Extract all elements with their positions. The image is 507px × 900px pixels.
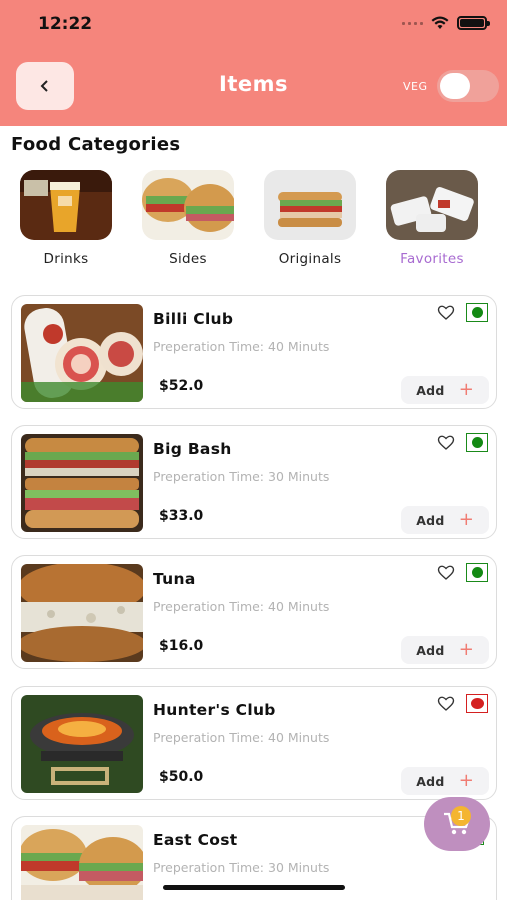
prep-time: Preperation Time: 40 Minuts	[153, 599, 330, 614]
item-name: East Cost	[153, 831, 238, 849]
add-label: Add	[416, 773, 445, 789]
item-price: $50.0	[159, 769, 204, 785]
prep-time: Preperation Time: 30 Minuts	[153, 469, 330, 484]
plus-icon: +	[458, 770, 474, 791]
signal-icon	[402, 21, 423, 25]
heart-icon[interactable]	[437, 695, 455, 713]
status-icons	[402, 16, 490, 30]
prep-time: Preperation Time: 40 Minuts	[153, 339, 330, 354]
item-image	[21, 434, 143, 532]
wifi-icon	[431, 16, 449, 29]
prep-time: Preperation Time: 30 Minuts	[153, 860, 330, 875]
item-card[interactable]: Billi Club Preperation Time: 40 Minuts $…	[11, 295, 497, 409]
nonveg-indicator	[466, 694, 488, 713]
item-name: Big Bash	[153, 440, 232, 458]
toggle-knob	[440, 73, 470, 99]
plus-icon: +	[458, 639, 474, 660]
add-button[interactable]: Add +	[401, 506, 489, 534]
app-header: 12:22 Items VEG	[0, 0, 507, 126]
section-title: Food Categories	[11, 134, 181, 155]
veg-indicator	[466, 433, 488, 452]
heart-icon[interactable]	[437, 434, 455, 452]
home-indicator	[163, 885, 345, 890]
veg-toggle[interactable]	[437, 70, 499, 102]
category-drinks[interactable]: Drinks	[20, 170, 112, 267]
item-name: Hunter's Club	[153, 701, 276, 719]
item-card[interactable]: Hunter's Club Preperation Time: 40 Minut…	[11, 686, 497, 800]
category-label: Originals	[278, 251, 342, 267]
favorites-image	[386, 170, 478, 240]
item-name: Billi Club	[153, 310, 234, 328]
item-image	[21, 825, 143, 900]
category-label: Favorites	[400, 251, 464, 267]
item-image	[21, 695, 143, 793]
item-image	[21, 564, 143, 662]
item-name: Tuna	[153, 570, 196, 588]
category-label: Drinks	[43, 251, 89, 267]
prep-time: Preperation Time: 40 Minuts	[153, 730, 330, 745]
drinks-image	[20, 170, 112, 240]
category-sides[interactable]: Sides	[142, 170, 234, 267]
plus-icon: +	[458, 379, 474, 400]
status-time: 12:22	[38, 14, 93, 34]
item-price: $33.0	[159, 508, 204, 524]
veg-indicator	[466, 303, 488, 322]
veg-label: VEG	[403, 80, 428, 93]
page-title: Items	[219, 72, 288, 96]
category-favorites[interactable]: Favorites	[386, 170, 478, 267]
originals-image	[264, 170, 356, 240]
category-label: Sides	[169, 251, 207, 267]
item-image	[21, 304, 143, 402]
item-price: $16.0	[159, 638, 204, 654]
veg-indicator	[466, 563, 488, 582]
battery-icon	[457, 16, 490, 30]
add-button[interactable]: Add +	[401, 636, 489, 664]
add-label: Add	[416, 512, 445, 528]
item-card[interactable]: Tuna Preperation Time: 40 Minuts $16.0 A…	[11, 555, 497, 669]
heart-icon[interactable]	[437, 564, 455, 582]
item-price: $52.0	[159, 378, 204, 394]
add-label: Add	[416, 642, 445, 658]
sides-image	[142, 170, 234, 240]
cart-count-badge: 1	[451, 806, 471, 826]
add-label: Add	[416, 382, 445, 398]
item-card[interactable]: Big Bash Preperation Time: 30 Minuts $33…	[11, 425, 497, 539]
plus-icon: +	[458, 509, 474, 530]
add-button[interactable]: Add +	[401, 767, 489, 795]
category-originals[interactable]: Originals	[264, 170, 356, 267]
heart-icon[interactable]	[437, 304, 455, 322]
add-button[interactable]: Add +	[401, 376, 489, 404]
